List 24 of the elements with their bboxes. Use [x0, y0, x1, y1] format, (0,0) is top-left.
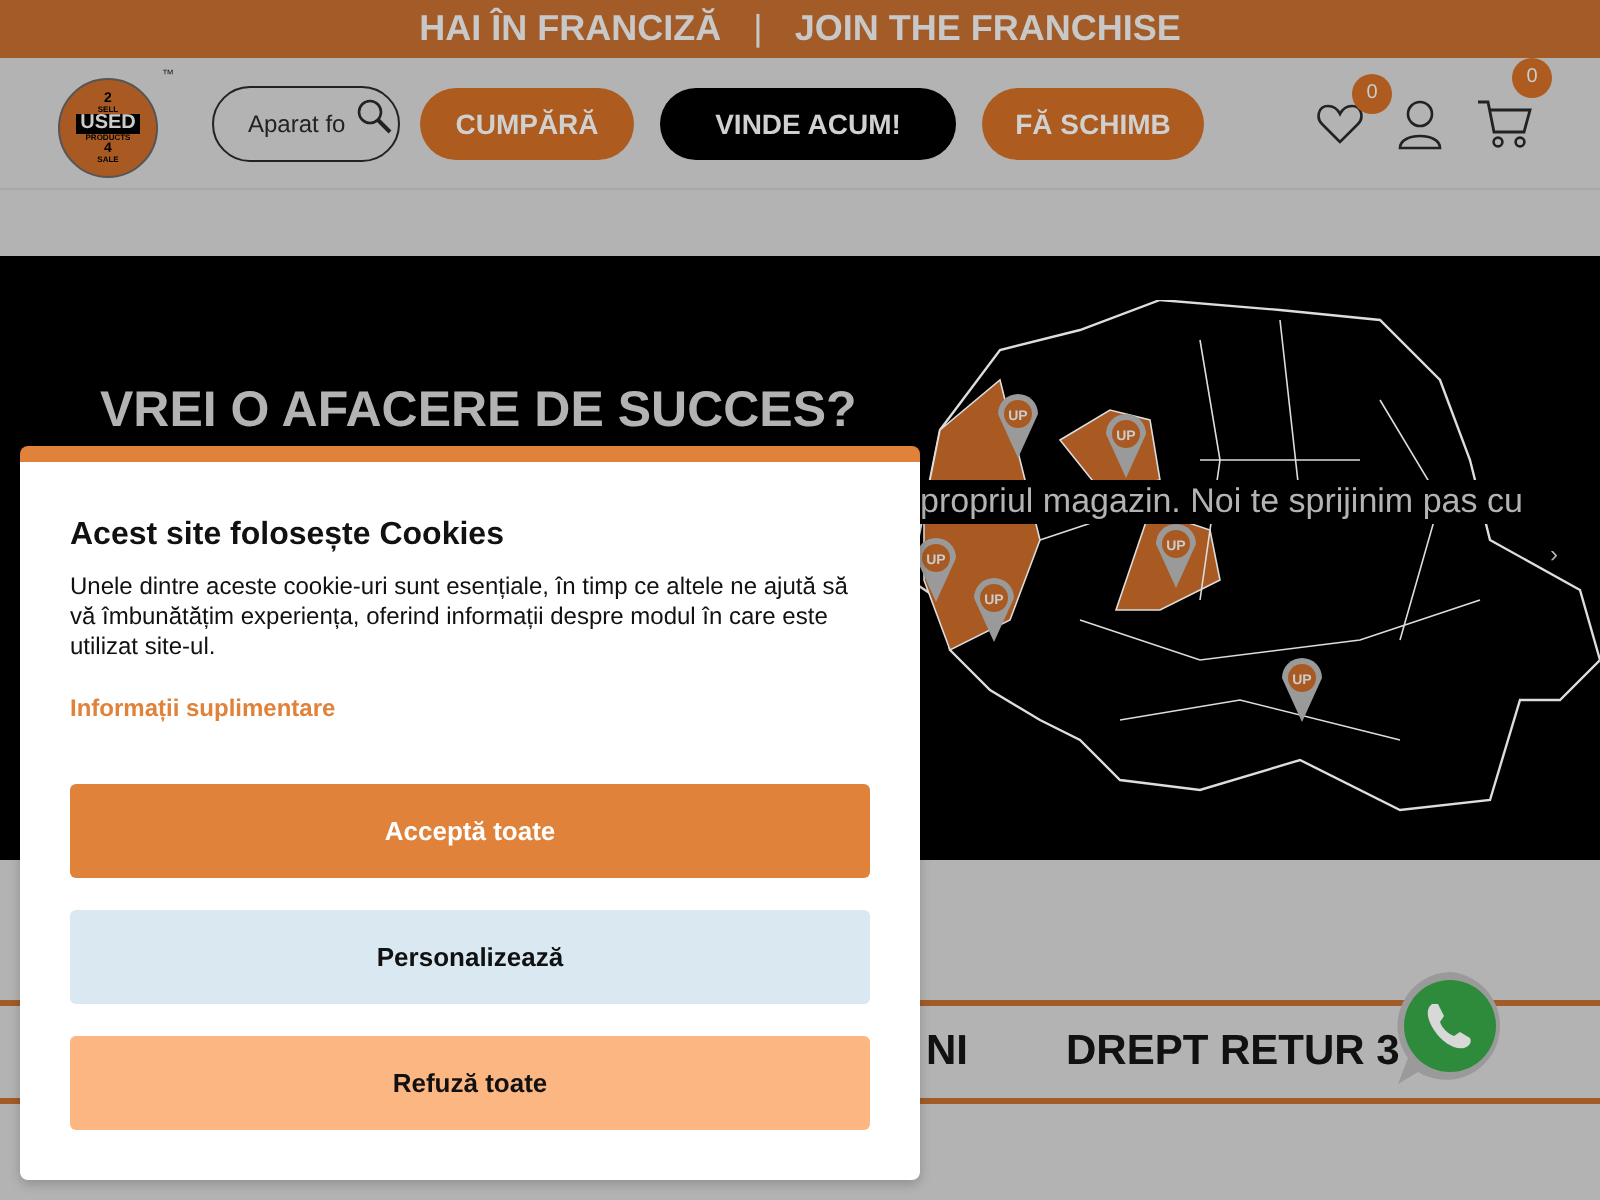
cookie-button[interactable]: Acceptă toate — [70, 784, 870, 878]
count-badge: 0 — [1512, 57, 1552, 97]
franchise-link[interactable]: JOIN THE FRANCHISE — [794, 8, 1181, 50]
search-icon[interactable] — [356, 97, 392, 133]
separator: | — [753, 8, 763, 50]
cart-icon[interactable] — [1476, 97, 1532, 149]
count-badge: 0 — [1352, 73, 1392, 113]
nav-button[interactable]: CUMPĂRĂ — [420, 87, 634, 159]
feature-text: NI — [926, 1028, 968, 1076]
next-arrow[interactable]: › — [1550, 540, 1558, 568]
search-field[interactable]: Aparat fo — [212, 85, 400, 161]
dialog-text: Unele dintre aceste cookie-uri sunt esențiale, în timp ce altele ne ajută să vă îmbunătățim experiența, oferind informații despre modul în care este utilizat site-ul. — [70, 572, 850, 662]
cookie-button[interactable]: Refuză toate — [70, 1036, 870, 1130]
hero-title: VREI O AFACERE DE SUCCES? — [100, 382, 857, 440]
franchise-link[interactable]: HAI ÎN FRANCIZĂ — [419, 8, 722, 50]
feature-text: DREPT RETUR 3 — [1066, 1028, 1400, 1076]
hero-text: propriul magazin. Noi te sprijinim pas cu — [920, 480, 1523, 524]
heart-icon[interactable] — [1316, 101, 1364, 145]
nav-button[interactable]: FĂ SCHIMB — [982, 87, 1204, 159]
dialog-title: Acest site folosește Cookies — [70, 518, 506, 554]
nav-button[interactable]: VINDE ACUM! — [660, 87, 956, 159]
more-info-link[interactable]: Informații suplimentare — [70, 694, 336, 722]
cookie-button[interactable]: Personalizează — [70, 910, 870, 1004]
user-icon[interactable] — [1396, 97, 1444, 149]
